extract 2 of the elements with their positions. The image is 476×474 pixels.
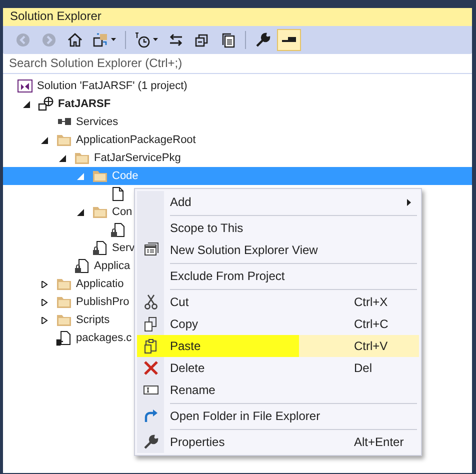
window-title: Solution Explorer bbox=[10, 9, 102, 23]
highlighter-mark: Paste bbox=[137, 335, 299, 357]
